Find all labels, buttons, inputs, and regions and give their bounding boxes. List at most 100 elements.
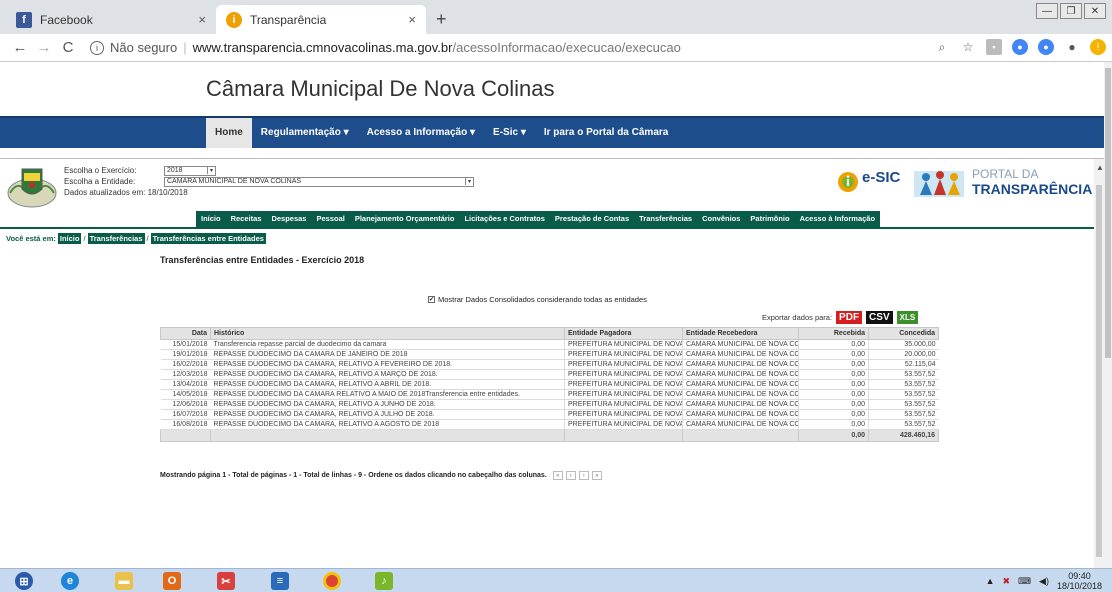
subnav-pessoal[interactable]: Pessoal — [311, 211, 349, 227]
table-row: 16/07/2018 REPASSE DUODECIMO DA CAMARA, R… — [160, 409, 939, 420]
subnav-acesso-informacao[interactable]: Acesso à Informação — [795, 211, 880, 227]
chevron-down-icon: ▾ — [206, 167, 213, 174]
start-button[interactable]: ⊞ — [4, 571, 44, 591]
document-icon: ≡ — [271, 572, 289, 590]
new-tab-button[interactable]: + — [436, 9, 447, 30]
column-header-recebedora[interactable]: Entidade Recebedora — [682, 327, 799, 340]
tray-expand-icon[interactable]: ▲ — [986, 576, 995, 586]
volume-icon[interactable]: ◀) — [1039, 576, 1049, 587]
scroll-up-icon[interactable]: ▲ — [1096, 163, 1104, 172]
exercicio-select[interactable]: 2018 ▾ — [164, 165, 216, 176]
next-page-icon[interactable]: › — [578, 471, 589, 480]
table-summary: Mostrando página 1 - Total de páginas - … — [160, 471, 602, 480]
scrollbar-thumb[interactable] — [1105, 68, 1111, 358]
page-scrollbar[interactable] — [1104, 62, 1112, 568]
nav-esic[interactable]: E-Sic ▾ — [484, 118, 535, 148]
subnav-inicio[interactable]: Início — [196, 211, 226, 227]
back-arrow-icon[interactable]: ← — [8, 39, 32, 56]
portal-subnav: Início Receitas Despesas Pessoal Planeja… — [196, 211, 881, 227]
column-header-historico[interactable]: Histórico — [210, 327, 565, 340]
taskbar-app[interactable]: O — [152, 571, 192, 591]
folder-icon: ▬ — [115, 572, 133, 590]
extension-icon[interactable]: ● — [1012, 39, 1028, 55]
site-title: Câmara Municipal De Nova Colinas — [206, 76, 555, 101]
last-page-icon[interactable]: » — [591, 471, 602, 480]
pager: « ‹ › » — [552, 471, 602, 480]
nav-portal-camara[interactable]: Ir para o Portal da Câmara — [535, 118, 678, 148]
taskbar-app[interactable]: ▬ — [104, 571, 144, 591]
url-path: /acessoInformacao/execucao/execucao — [452, 40, 681, 55]
subnav-planejamento[interactable]: Planejamento Orçamentário — [350, 211, 460, 227]
column-header-recebida[interactable]: Recebida — [798, 327, 869, 340]
esic-logo[interactable]: e-SIC — [836, 165, 908, 199]
bookmark-star-icon[interactable]: ☆ — [960, 39, 976, 55]
export-xls-button[interactable]: XLS — [896, 311, 919, 324]
taskbar-app[interactable]: e — [50, 571, 90, 591]
consolidated-checkbox[interactable]: ✔ — [428, 296, 435, 303]
minimize-icon[interactable]: — — [1036, 3, 1058, 19]
forward-arrow-icon[interactable]: → — [32, 39, 56, 56]
url-field[interactable]: i Não seguro | www.transparencia.cmnovac… — [90, 40, 681, 55]
subnav-licitacoes[interactable]: Licitações e Contratos — [459, 211, 549, 227]
cell-historico: REPASSE DUODECIMO DA CAMARA DE JANEIRO D… — [210, 349, 565, 360]
first-page-icon[interactable]: « — [552, 471, 563, 480]
extension-icon[interactable]: ▪ — [986, 39, 1002, 55]
keyboard-icon[interactable]: ⌨ — [1018, 576, 1031, 587]
security-label: Não seguro — [110, 40, 178, 55]
total-spacer — [682, 429, 799, 442]
cell-concedida: 35.000,00 — [868, 339, 939, 350]
subnav-transferencias[interactable]: Transferências — [634, 211, 697, 227]
updated-date: Dados atualizados em: 18/10/2018 — [64, 188, 188, 197]
taskbar-app[interactable] — [312, 571, 352, 591]
restore-icon[interactable]: ❐ — [1060, 3, 1082, 19]
breadcrumb-separator: / — [83, 234, 86, 243]
scrollbar-thumb[interactable] — [1096, 185, 1102, 557]
clock[interactable]: 09:40 18/10/2018 — [1057, 571, 1102, 591]
tab-transparencia[interactable]: i Transparência × — [216, 5, 426, 34]
breadcrumb-current[interactable]: Transferências entre Entidades — [150, 233, 266, 244]
consolidated-option[interactable]: ✔ Mostrar Dados Consolidados considerand… — [428, 295, 647, 304]
frame-scrollbar[interactable]: ▲ — [1094, 159, 1104, 568]
subnav-despesas[interactable]: Despesas — [266, 211, 311, 227]
column-header-concedida[interactable]: Concedida — [868, 327, 939, 340]
tab-title: Facebook — [40, 12, 93, 27]
taskbar-app[interactable]: ♪ — [364, 571, 404, 591]
subnav-prestacao-contas[interactable]: Prestação de Contas — [550, 211, 634, 227]
export-pdf-button[interactable]: PDF — [836, 311, 863, 324]
reload-icon[interactable]: C — [56, 39, 80, 56]
subnav-patrimonio[interactable]: Patrimônio — [745, 211, 794, 227]
exercicio-label: Escolha o Exercício: — [64, 166, 137, 175]
taskbar-app[interactable]: ✂ — [206, 571, 246, 591]
cell-pagadora: PREFEITURA MUNICIPAL DE NOVA — [564, 339, 683, 350]
cell-data: 15/01/2018 — [160, 339, 211, 350]
extension-icon[interactable]: ● — [1038, 39, 1054, 55]
profile-icon[interactable]: ● — [1064, 39, 1080, 55]
alert-icon[interactable]: ! — [1090, 39, 1106, 55]
network-error-icon[interactable]: ✖ — [1002, 576, 1010, 587]
taskbar-app[interactable]: ≡ — [260, 571, 300, 591]
subnav-convenios[interactable]: Convênios — [697, 211, 745, 227]
column-header-pagadora[interactable]: Entidade Pagadora — [564, 327, 683, 340]
close-tab-icon[interactable]: × — [198, 12, 206, 27]
entidade-select[interactable]: CAMARA MUNICIPAL DE NOVA COLINAS ▾ — [164, 176, 474, 187]
table-row: 13/04/2018 REPASSE DUODECIMO DA CAMARA, R… — [160, 379, 939, 390]
tab-facebook[interactable]: f Facebook × — [6, 5, 216, 34]
prev-page-icon[interactable]: ‹ — [565, 471, 576, 480]
nav-acesso-informacao[interactable]: Acesso a Informação ▾ — [358, 118, 484, 148]
web-page: Câmara Municipal De Nova Colinas Home Re… — [0, 62, 1104, 568]
nav-home[interactable]: Home — [206, 118, 252, 148]
close-window-icon[interactable]: ✕ — [1084, 3, 1106, 19]
breadcrumb-transferencias[interactable]: Transferências — [87, 233, 145, 244]
portal-transparencia-logo[interactable]: PORTAL DA TRANSPARÊNCIA — [912, 163, 1092, 201]
export-csv-button[interactable]: CSV — [866, 311, 893, 324]
nav-regulamentacao[interactable]: Regulamentação ▾ — [252, 118, 358, 148]
cell-pagadora: PREFEITURA MUNICIPAL DE NOVA — [564, 419, 683, 430]
info-icon[interactable]: i — [90, 40, 104, 55]
close-tab-icon[interactable]: × — [408, 12, 416, 27]
total-spacer — [160, 429, 211, 442]
breadcrumb-inicio[interactable]: Início — [57, 233, 82, 244]
zoom-icon[interactable]: ⌕ — [934, 39, 950, 55]
column-header-data[interactable]: Data — [160, 327, 211, 340]
portal-line1: PORTAL DA — [972, 167, 1039, 181]
subnav-receitas[interactable]: Receitas — [226, 211, 267, 227]
